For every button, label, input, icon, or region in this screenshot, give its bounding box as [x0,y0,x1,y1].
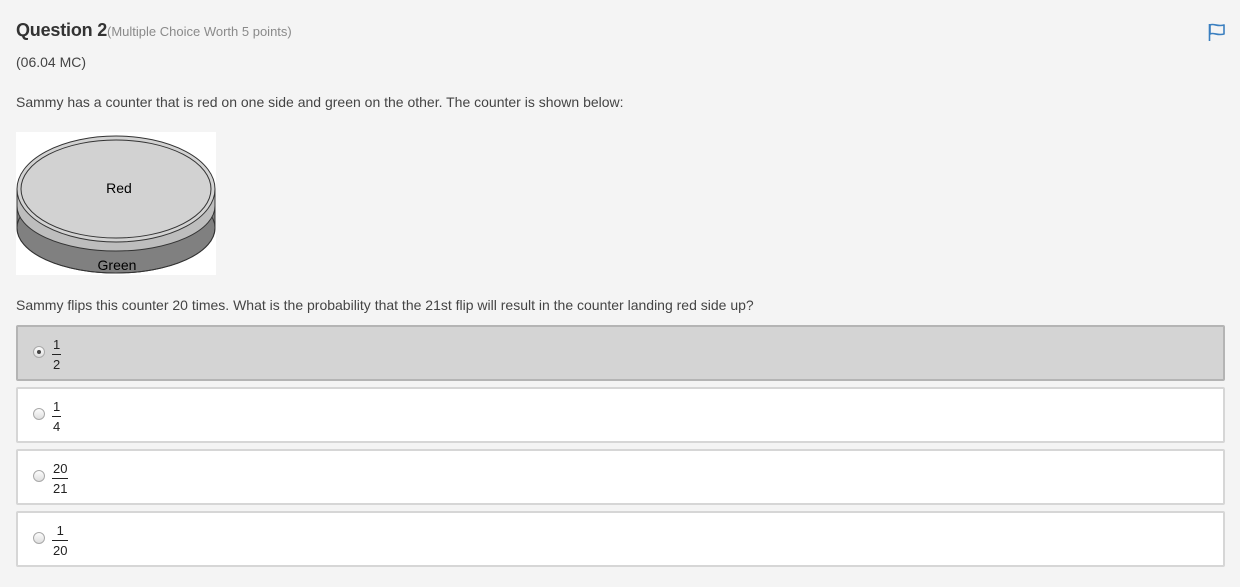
numerator: 1 [53,399,61,414]
denominator: 20 [53,543,68,558]
fraction: 1 4 [52,399,62,434]
radio-selected-dot [37,350,41,354]
question-header: Question 2(Multiple Choice Worth 5 point… [16,20,292,41]
numerator: 20 [53,461,68,476]
fraction: 20 21 [52,461,69,496]
flag-button[interactable] [1207,22,1227,42]
fraction: 1 20 [52,523,69,558]
counter-side-label: Green [98,257,137,273]
radio-button[interactable] [33,532,45,544]
denominator: 4 [53,419,61,434]
denominator: 21 [53,481,68,496]
question-subtitle: (Multiple Choice Worth 5 points) [107,24,292,39]
radio-button[interactable] [33,470,45,482]
numerator: 1 [53,337,61,352]
counter-figure: Red Green [16,132,216,275]
fraction: 1 2 [52,337,62,372]
question-text: Sammy flips this counter 20 times. What … [16,297,754,313]
answer-choice-3[interactable]: 20 21 [16,449,1225,505]
numerator: 1 [56,523,64,538]
counter-top-label: Red [106,180,132,196]
denominator: 2 [53,357,61,372]
flag-icon [1208,23,1225,41]
answer-choice-2[interactable]: 1 4 [16,387,1225,443]
question-title: Question 2 [16,20,108,40]
answer-choice-1[interactable]: 1 2 [16,325,1225,381]
radio-button[interactable] [33,346,45,358]
radio-button[interactable] [33,408,45,420]
question-code: (06.04 MC) [16,54,87,70]
counter-illustration: Red Green [16,135,216,274]
question-prompt: Sammy has a counter that is red on one s… [16,94,624,110]
answer-choice-4[interactable]: 1 20 [16,511,1225,567]
